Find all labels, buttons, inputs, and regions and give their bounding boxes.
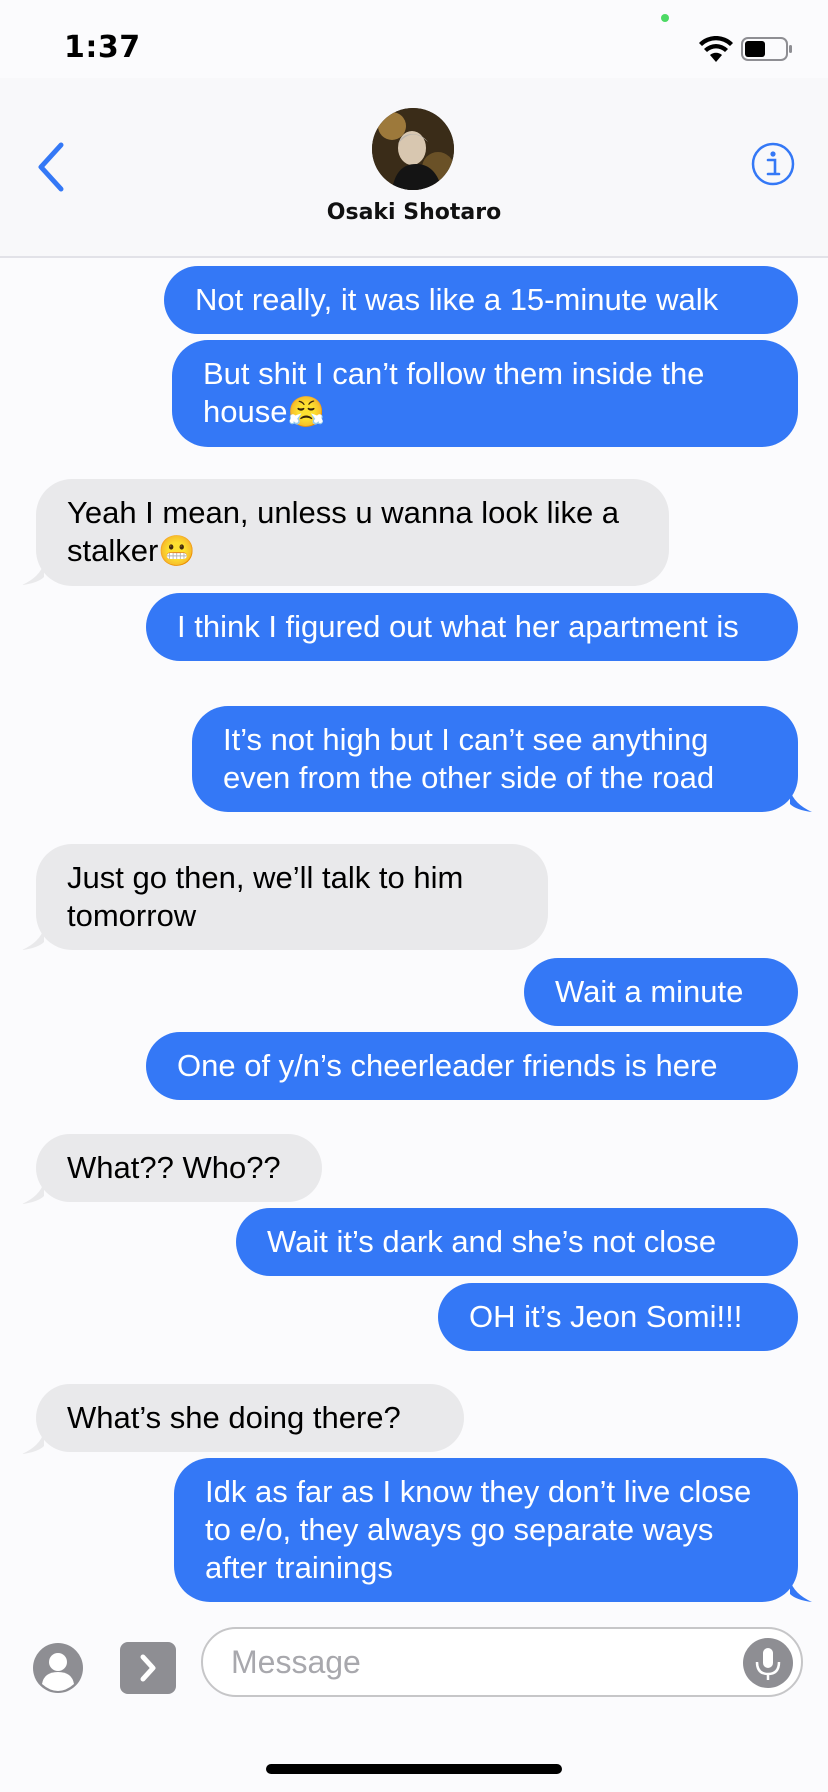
message-input[interactable]: Message bbox=[201, 1627, 803, 1697]
emoji: 😬 bbox=[158, 534, 196, 569]
message-bubble-outgoing[interactable]: It’s not high but I can’t see anything e… bbox=[192, 706, 798, 812]
message-bubble-incoming[interactable]: Yeah I mean, unless u wanna look like a … bbox=[36, 479, 669, 586]
camera-indicator-dot bbox=[661, 14, 669, 22]
microphone-icon[interactable] bbox=[742, 1637, 794, 1689]
bubble-tail bbox=[22, 1432, 44, 1454]
message-text: OH it’s Jeon Somi!!! bbox=[469, 1299, 743, 1334]
bubble-tail bbox=[790, 790, 812, 812]
message-bubble-outgoing[interactable]: One of y/n’s cheerleader friends is here bbox=[146, 1032, 798, 1100]
message-text: It’s not high but I can’t see anything e… bbox=[223, 722, 715, 795]
message-bubble-outgoing[interactable]: OH it’s Jeon Somi!!! bbox=[438, 1283, 798, 1351]
message-text: Wait a minute bbox=[555, 974, 744, 1009]
message-text: Yeah I mean, unless u wanna look like a … bbox=[67, 495, 620, 568]
status-time: 1:37 bbox=[64, 30, 141, 65]
apps-chevron-icon[interactable] bbox=[120, 1642, 176, 1694]
message-text: Idk as far as I know they don’t live clo… bbox=[205, 1474, 752, 1585]
chevron-left-icon[interactable] bbox=[34, 141, 68, 193]
message-text: Just go then, we’ll talk to him tomorrow bbox=[67, 860, 464, 933]
message-bubble-outgoing[interactable]: Wait it’s dark and she’s not close bbox=[236, 1208, 798, 1276]
info-icon[interactable] bbox=[750, 141, 796, 187]
bubble-tail bbox=[22, 563, 44, 585]
contact-card-icon[interactable] bbox=[32, 1642, 84, 1694]
wifi-icon bbox=[699, 36, 733, 62]
contact-avatar[interactable] bbox=[372, 108, 454, 190]
bubble-tail bbox=[22, 928, 44, 950]
emoji: 😤 bbox=[287, 395, 325, 430]
message-text: What?? Who?? bbox=[67, 1150, 281, 1185]
message-text: What’s she doing there? bbox=[67, 1400, 401, 1435]
message-text: One of y/n’s cheerleader friends is here bbox=[177, 1048, 718, 1083]
message-bubble-outgoing[interactable]: But shit I can’t follow them inside the … bbox=[172, 340, 798, 447]
message-bubble-outgoing[interactable]: I think I figured out what her apartment… bbox=[146, 593, 798, 661]
message-bubble-incoming[interactable]: Just go then, we’ll talk to him tomorrow bbox=[36, 844, 548, 950]
contact-name[interactable]: Osaki Shotaro bbox=[0, 200, 828, 225]
message-bubble-incoming[interactable]: What?? Who?? bbox=[36, 1134, 322, 1202]
message-text: Wait it’s dark and she’s not close bbox=[267, 1224, 717, 1259]
bubble-tail bbox=[790, 1580, 812, 1602]
message-bubble-outgoing[interactable]: Wait a minute bbox=[524, 958, 798, 1026]
message-bubble-outgoing[interactable]: Idk as far as I know they don’t live clo… bbox=[174, 1458, 798, 1602]
battery-icon bbox=[741, 37, 792, 61]
message-text: I think I figured out what her apartment… bbox=[177, 609, 739, 644]
message-text: Not really, it was like a 15-minute walk bbox=[195, 282, 719, 317]
message-bubble-outgoing[interactable]: Not really, it was like a 15-minute walk bbox=[164, 266, 798, 334]
conversation-header: Osaki Shotaro bbox=[0, 78, 828, 258]
message-text: But shit I can’t follow them inside the … bbox=[203, 356, 705, 429]
message-bubble-incoming[interactable]: What’s she doing there? bbox=[36, 1384, 464, 1452]
bubble-tail bbox=[22, 1182, 44, 1204]
home-indicator[interactable] bbox=[266, 1764, 562, 1774]
